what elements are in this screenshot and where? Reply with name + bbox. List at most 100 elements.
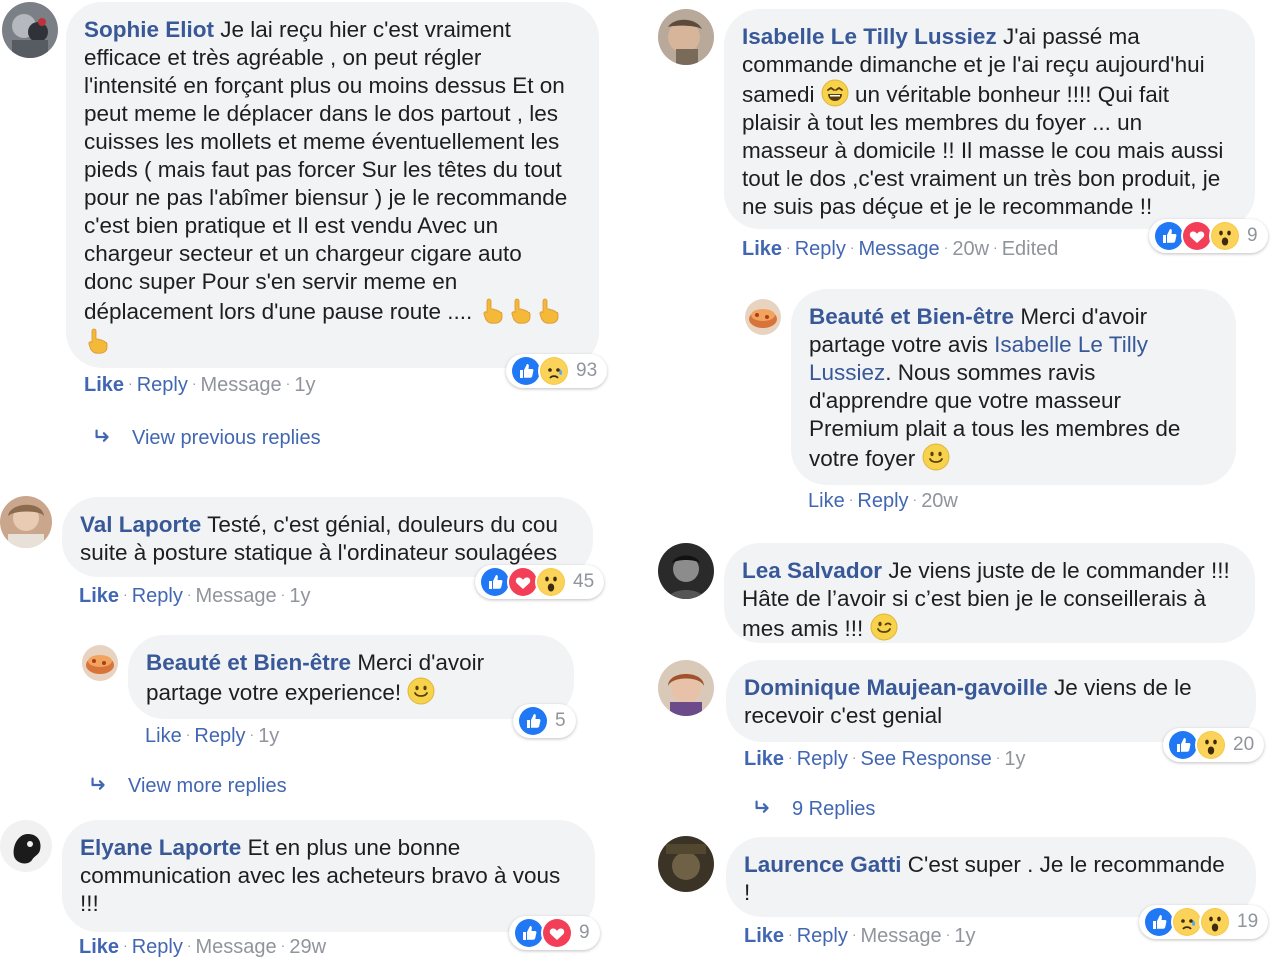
view-previous-replies-label: View previous replies bbox=[132, 427, 321, 449]
comment-actions: Like · Reply · Message · 29w bbox=[79, 936, 326, 959]
timestamp[interactable]: 1y bbox=[1004, 748, 1025, 770]
wow-reaction-icon bbox=[1209, 220, 1241, 252]
avatar-isabelle-le-tilly-lussiez[interactable] bbox=[658, 9, 714, 65]
timestamp[interactable]: 29w bbox=[289, 936, 326, 958]
avatar-beaute-bien-etre[interactable] bbox=[745, 299, 781, 335]
reply-button[interactable]: Reply bbox=[857, 490, 908, 512]
love-reaction-icon bbox=[541, 917, 573, 949]
comment-text-line: mes amis !!! bbox=[742, 616, 870, 641]
timestamp[interactable]: 1y bbox=[258, 725, 279, 747]
timestamp[interactable]: 1y bbox=[289, 585, 310, 607]
message-button[interactable]: Message bbox=[196, 585, 277, 607]
reactions-summary[interactable]: 45 bbox=[475, 565, 605, 599]
like-button[interactable]: Like bbox=[744, 748, 784, 770]
reactions-summary[interactable]: 5 bbox=[513, 704, 576, 738]
reaction-count: 9 bbox=[579, 922, 590, 943]
separator-dot: · bbox=[249, 726, 255, 742]
like-button[interactable]: Like bbox=[145, 725, 182, 747]
author-name[interactable]: Beauté et Bien-être bbox=[809, 304, 1014, 329]
reply-button[interactable]: Reply bbox=[795, 238, 846, 260]
separator-dot: · bbox=[945, 926, 951, 942]
author-name[interactable]: Sophie Eliot bbox=[84, 17, 214, 42]
comment-text-line: . Nous sommes ravis bbox=[885, 360, 1096, 385]
reply-arrow-icon bbox=[752, 797, 774, 819]
separator-dot: · bbox=[788, 926, 793, 942]
comment-text-line: Je lai reçu hier c'est vraiment bbox=[214, 17, 511, 42]
comment-text-line: l'intensité en forçant plus ou moins des… bbox=[84, 73, 565, 98]
reply-button[interactable]: Reply bbox=[797, 925, 848, 947]
like-button[interactable]: Like bbox=[79, 936, 119, 958]
comment-text-line: communication avec les acheteurs bravo à… bbox=[80, 863, 561, 888]
avatar-sophie-eliot[interactable] bbox=[2, 2, 58, 58]
comment-text-line: pieds ( mais faut pas forcer Sur les têt… bbox=[84, 157, 562, 182]
see-response-button[interactable]: See Response bbox=[861, 748, 992, 770]
like-button[interactable]: Like bbox=[742, 238, 782, 260]
comment-text-line: tout le dos ,c'est vraiment un très bon … bbox=[742, 166, 1221, 191]
message-button[interactable]: Message bbox=[196, 936, 277, 958]
message-button[interactable]: Message bbox=[201, 374, 282, 396]
reactions-summary[interactable]: 9 bbox=[1149, 219, 1268, 253]
timestamp[interactable]: 1y bbox=[294, 374, 315, 396]
reply-button[interactable]: Reply bbox=[194, 725, 245, 747]
timestamp[interactable]: 20w bbox=[921, 490, 958, 512]
mention-link[interactable]: Lussiez bbox=[809, 360, 885, 385]
comment-text-line: partage votre avis bbox=[809, 332, 995, 357]
avatar-laurence-gatti[interactable] bbox=[658, 836, 714, 892]
separator-dot: · bbox=[285, 375, 291, 391]
reply-button[interactable]: Reply bbox=[132, 936, 183, 958]
separator-dot: · bbox=[995, 749, 1001, 765]
reactions-summary[interactable]: 19 bbox=[1139, 905, 1269, 939]
like-button[interactable]: Like bbox=[84, 374, 124, 396]
like-button[interactable]: Like bbox=[808, 490, 845, 512]
separator-dot: · bbox=[849, 239, 855, 255]
like-reaction-icon bbox=[517, 705, 549, 737]
mention-link[interactable]: Isabelle Le Tilly bbox=[994, 332, 1148, 357]
reply-button[interactable]: Reply bbox=[797, 748, 848, 770]
author-name[interactable]: Dominique Maujean-gavoille bbox=[744, 675, 1048, 700]
author-name[interactable]: Laurence Gatti bbox=[744, 852, 902, 877]
message-button[interactable]: Message bbox=[861, 925, 942, 947]
comment-text-line: C'est super . Je le recommande bbox=[901, 852, 1225, 877]
author-name[interactable]: Val Laporte bbox=[80, 512, 201, 537]
view-more-replies-label: View more replies bbox=[128, 775, 287, 797]
reaction-count: 19 bbox=[1237, 911, 1259, 932]
view-previous-replies-link[interactable]: View previous replies bbox=[92, 426, 321, 450]
separator-dot: · bbox=[123, 586, 128, 602]
separator-dot: · bbox=[912, 491, 918, 507]
timestamp[interactable]: 1y bbox=[954, 925, 975, 947]
timestamp[interactable]: 20w bbox=[952, 238, 989, 260]
avatar-lea-salvador[interactable] bbox=[658, 543, 714, 599]
author-name[interactable]: Elyane Laporte bbox=[80, 835, 241, 860]
wow-reaction-icon bbox=[1199, 906, 1231, 938]
like-button[interactable]: Like bbox=[744, 925, 784, 947]
separator-dot: · bbox=[186, 586, 192, 602]
separator-dot: · bbox=[851, 749, 857, 765]
comment-text-line: chargeur secteur et un chargeur cigare a… bbox=[84, 241, 522, 266]
avatar-dominique-maujean-gavoille[interactable] bbox=[658, 660, 714, 716]
pointing-hand-emoji-icon bbox=[507, 296, 535, 324]
comment-actions: Like · Reply · Message · 20w · Edited bbox=[742, 238, 1058, 261]
pointing-hand-emoji-icon bbox=[535, 296, 563, 324]
view-more-replies-link[interactable]: View more replies bbox=[88, 774, 287, 798]
replies-count-link[interactable]: 9 Replies bbox=[752, 797, 875, 821]
reply-button[interactable]: Reply bbox=[132, 585, 183, 607]
edited-label[interactable]: Edited bbox=[1002, 238, 1059, 260]
reactions-summary[interactable]: 20 bbox=[1163, 728, 1265, 762]
reactions-summary[interactable]: 9 bbox=[509, 916, 600, 950]
avatar-val-laporte[interactable] bbox=[0, 496, 52, 548]
author-name[interactable]: Isabelle Le Tilly Lussiez bbox=[742, 24, 997, 49]
reply-button[interactable]: Reply bbox=[137, 374, 188, 396]
comment-text-line: d'apprendre que votre masseur bbox=[809, 388, 1121, 413]
smile-emoji-icon bbox=[407, 677, 435, 705]
like-button[interactable]: Like bbox=[79, 585, 119, 607]
author-name[interactable]: Beauté et Bien-être bbox=[146, 650, 351, 675]
comment-text-line: Premium plait a tous les membres de bbox=[809, 416, 1181, 441]
comment-bubble-elyane-laporte: Elyane Laporte Et en plus une bonne comm… bbox=[62, 820, 595, 932]
avatar-beaute-bien-etre[interactable] bbox=[82, 645, 118, 681]
avatar-elyane-laporte[interactable] bbox=[0, 820, 52, 872]
message-button[interactable]: Message bbox=[859, 238, 940, 260]
reactions-summary[interactable]: 93 bbox=[506, 354, 608, 388]
comment-text-line: Merci d'avoir bbox=[1014, 304, 1148, 329]
replies-count-label: 9 Replies bbox=[792, 798, 876, 820]
author-name[interactable]: Lea Salvador bbox=[742, 558, 882, 583]
